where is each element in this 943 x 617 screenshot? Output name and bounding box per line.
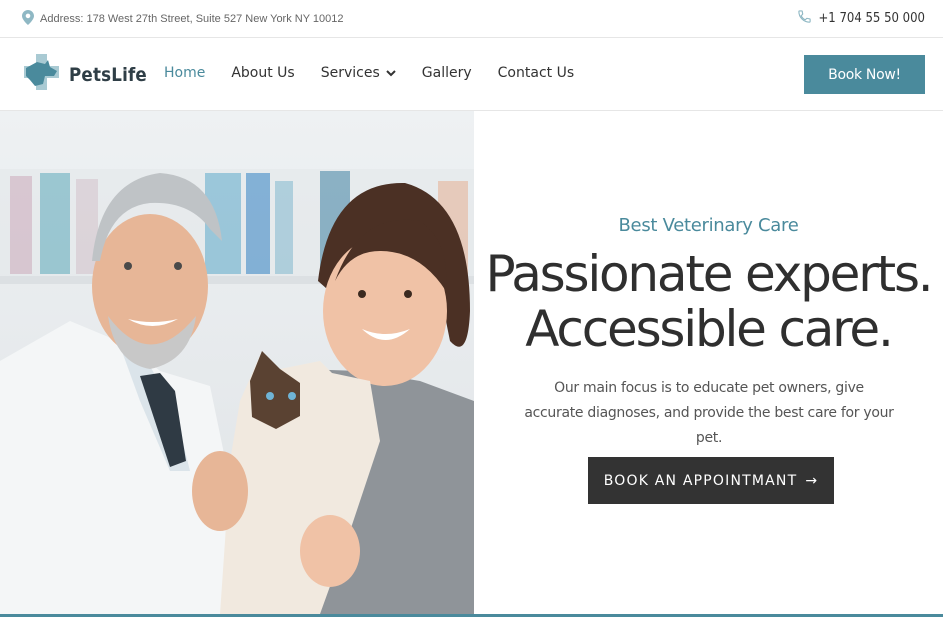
hero-eyebrow: Best Veterinary Care xyxy=(618,215,799,236)
phone-icon xyxy=(797,9,812,28)
address-text: Address: 178 West 27th Street, Suite 527… xyxy=(40,13,344,25)
phone-text: +1 704 55 50 000 xyxy=(818,11,926,26)
nav-item-gallery[interactable]: Gallery xyxy=(422,65,472,81)
top-bar: Address: 178 West 27th Street, Suite 527… xyxy=(0,0,943,38)
cta-label: BOOK AN APPOINTMANT xyxy=(603,472,798,489)
site-logo[interactable]: PetsLife xyxy=(23,54,158,95)
nav-item-label: Contact Us xyxy=(497,65,575,81)
hero-headline-line2: Accessible care. xyxy=(525,300,894,358)
hero-content: Best Veterinary Care Passionate experts.… xyxy=(474,111,943,614)
nav-item-about-us[interactable]: About Us xyxy=(231,65,294,81)
arrow-right-icon: → xyxy=(805,472,819,489)
main-navigation: PetsLife Home About Us Services Gallery … xyxy=(0,38,943,111)
nav-item-contact-us[interactable]: Contact Us xyxy=(498,65,574,81)
book-now-button[interactable]: Book Now! xyxy=(804,55,925,94)
nav-item-label: Services xyxy=(320,65,380,81)
chevron-down-icon xyxy=(386,65,396,81)
hero-description: Our main focus is to educate pet owners,… xyxy=(524,380,894,446)
phone-info[interactable]: +1 704 55 50 000 xyxy=(797,9,926,28)
nav-item-label: About Us xyxy=(231,65,295,81)
logo-text: PetsLife xyxy=(69,63,147,86)
hero-headline: Passionate experts. Accessible care. xyxy=(474,247,943,357)
hero-photo xyxy=(0,111,474,614)
menu: Home About Us Services Gallery Contact U… xyxy=(164,65,600,81)
logo-icon xyxy=(23,54,60,95)
hero-headline-line1: Passionate experts. xyxy=(485,245,934,303)
map-pin-icon xyxy=(22,10,34,28)
nav-item-label: Home xyxy=(164,65,206,81)
address-info: Address: 178 West 27th Street, Suite 527… xyxy=(22,10,344,28)
nav-item-home[interactable]: Home xyxy=(164,65,205,81)
nav-item-label: Gallery xyxy=(421,65,472,81)
book-appointment-button[interactable]: BOOK AN APPOINTMANT → xyxy=(588,457,834,504)
nav-item-services[interactable]: Services xyxy=(321,65,396,81)
